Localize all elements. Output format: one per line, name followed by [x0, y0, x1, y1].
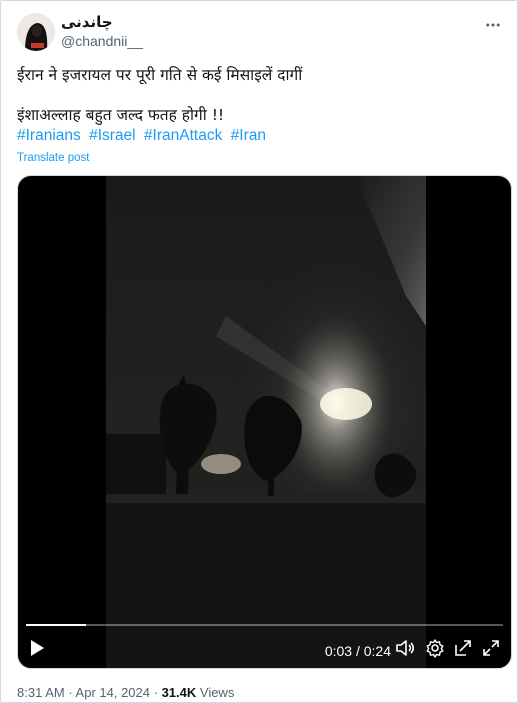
user-handle[interactable]: @chandnii__	[61, 33, 143, 49]
views-label: Views	[196, 685, 235, 700]
fullscreen-button[interactable]	[481, 638, 501, 658]
volume-button[interactable]	[395, 638, 415, 658]
translate-post-link[interactable]: Translate post	[17, 152, 89, 164]
volume-icon	[396, 640, 415, 656]
hashtag-iran[interactable]: #Iran	[231, 127, 266, 144]
video-frame	[106, 176, 426, 668]
post-date[interactable]: Apr 14, 2024	[76, 685, 150, 700]
display-name[interactable]: چاندنی	[61, 13, 113, 31]
video-progress-bar[interactable]	[26, 624, 503, 626]
video-controls: 0:03 / 0:24	[18, 634, 511, 666]
post-meta: 8:31 AM · Apr 14, 2024 · 31.4K Views	[17, 685, 234, 700]
play-button[interactable]	[28, 638, 46, 658]
hashtag-iranattack[interactable]: #IranAttack	[144, 127, 222, 144]
avatar-image	[17, 13, 55, 51]
post-text-line-2: इंशाअल्लाह बहुत जल्द फतह होगी !!	[17, 106, 225, 124]
popout-button[interactable]	[453, 638, 473, 658]
post-time[interactable]: 8:31 AM	[17, 685, 65, 700]
fullscreen-icon	[483, 640, 499, 656]
video-time-separator: /	[352, 643, 364, 659]
tweet-card: چاندنی @chandnii__ ईरान ने इजरायल पर पूर…	[0, 0, 518, 703]
more-icon	[486, 23, 500, 27]
hashtag-israel[interactable]: #Israel	[89, 127, 136, 144]
video-time: 0:03 / 0:24	[325, 643, 391, 659]
hashtags: #Iranians #Israel #IranAttack #Iran	[17, 127, 270, 145]
meta-dot: ·	[150, 685, 162, 700]
settings-icon	[426, 639, 444, 658]
play-icon	[31, 640, 44, 656]
meta-dot: ·	[64, 685, 76, 700]
avatar[interactable]	[17, 13, 55, 51]
more-options-button[interactable]	[481, 13, 505, 37]
post-text-line-1: ईरान ने इजरायल पर पूरी गति से कई मिसाइले…	[17, 66, 303, 84]
video-duration: 0:24	[363, 643, 391, 659]
video-player[interactable]: 0:03 / 0:24	[17, 175, 512, 669]
video-current-time: 0:03	[324, 643, 353, 659]
views-count: 31.4K	[161, 685, 197, 700]
settings-button[interactable]	[425, 638, 445, 658]
video-progress-fill	[26, 624, 86, 626]
popout-icon	[455, 640, 471, 656]
hashtag-iranians[interactable]: #Iranians	[17, 127, 81, 144]
